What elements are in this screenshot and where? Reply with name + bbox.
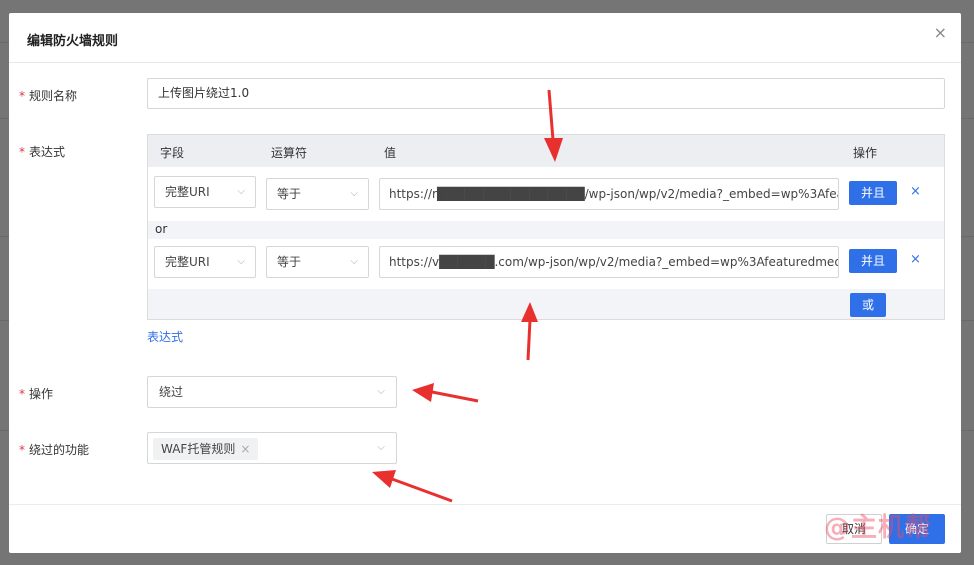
annotation-arrow [372,470,453,503]
annotation-arrows [372,89,563,503]
annotation-arrow [544,89,563,162]
annotation-arrow [412,383,479,403]
annotation-arrow [521,302,538,361]
